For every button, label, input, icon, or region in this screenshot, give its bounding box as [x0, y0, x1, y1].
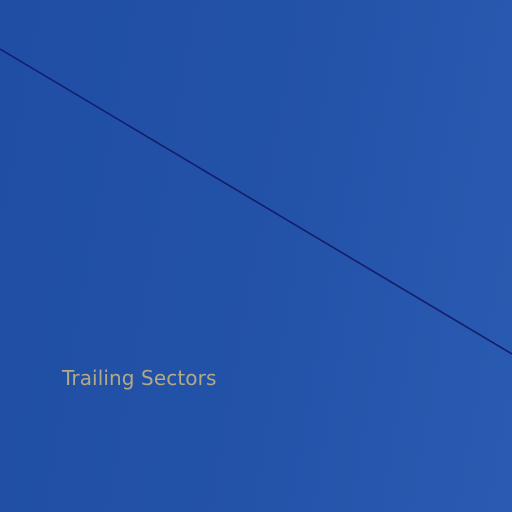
diagonal-divider-line — [0, 48, 512, 355]
section-label: Trailing Sectors — [62, 366, 217, 390]
diagonal-divider — [0, 48, 512, 355]
background-panel: Trailing Sectors — [0, 0, 512, 512]
